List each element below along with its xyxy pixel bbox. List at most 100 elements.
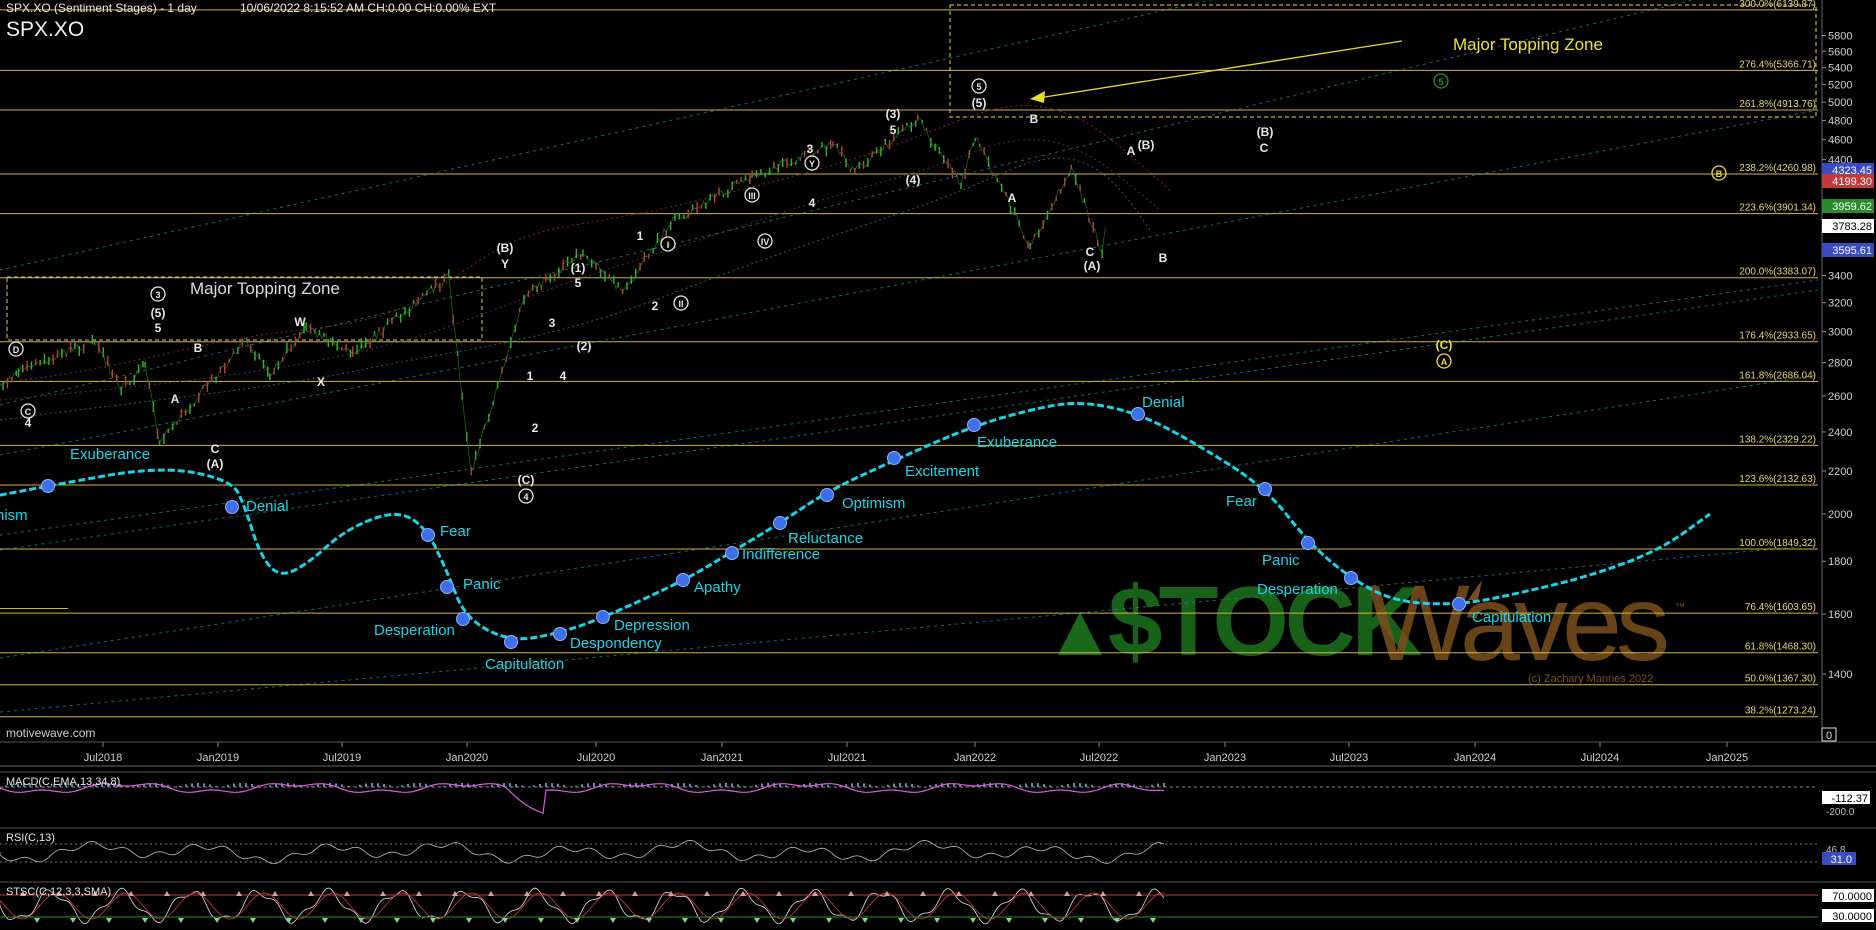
wave-label: 5 [1438,77,1443,87]
x-tick-label: Jan2020 [446,752,488,764]
sentiment-dot [440,580,454,594]
wave-label: 4 [523,492,528,502]
sentiment-dot [553,627,567,641]
wave-label: 3 [155,290,160,300]
x-tick-label: Jul2022 [1080,752,1119,764]
sentiment-label: Apathy [694,579,741,596]
wave-label: C [1260,141,1269,155]
wave-label: 3 [549,316,556,330]
wave-label: B [1159,251,1168,265]
wave-label: (A) [1084,259,1101,273]
fib-label: 123.6%(2132.63) [1739,474,1816,485]
wave-label: 5 [155,321,162,335]
chart-study-title: SPX.XO (Sentiment Stages) - 1 day [6,1,197,15]
x-tick-label: Jan2019 [197,752,239,764]
sentiment-dot [967,418,981,432]
stoch-lower-label: 30.0000 [1832,911,1872,923]
watermark-tm: ™ [1675,602,1685,613]
x-tick-label: Jul2020 [577,752,616,764]
wave-label: 5 [575,276,582,290]
fib-label: 161.8%(2686.04) [1739,370,1816,381]
y-tick-label: 2000 [1828,509,1852,521]
sentiment-dot [421,528,435,542]
x-tick-label: Jul2021 [828,752,867,764]
y-tick-label: 1800 [1828,556,1852,568]
wave-label: 2 [652,299,659,313]
wave-label: (B) [497,241,514,255]
wave-label: (5) [972,96,987,110]
wave-label: 1 [527,369,534,383]
wave-label: (2) [577,339,592,353]
y-tick-label: 2600 [1828,391,1852,403]
wave-label: 4 [560,369,567,383]
wave-label: (B) [1138,138,1155,152]
sentiment-label: Exuberance [977,434,1057,451]
wave-label: IV [761,237,770,247]
y-tick-label: 4800 [1828,116,1852,128]
x-tick-label: Jul2018 [84,752,123,764]
sentiment-dot [1258,482,1272,496]
sentiment-dot [596,610,610,624]
y-tick-label: 5200 [1828,80,1852,92]
chart-canvas: $TOCKWaves ™(c) Zachary Mannes 2022300.0%… [0,0,1876,930]
x-tick-label: Jul2023 [1330,752,1369,764]
stoch-title: STSC(C,12,3,3,SMA) [6,886,112,898]
wave-label: X [317,375,325,389]
wave-label: A [1127,144,1136,158]
sentiment-dot [725,546,739,560]
x-tick-label: Jan2023 [1204,752,1246,764]
x-tick-label: Jul2024 [1581,752,1620,764]
sentiment-dot [504,635,518,649]
wave-label: B [194,341,203,355]
wave-label: 5 [890,123,897,137]
wave-label: 4 [25,416,32,430]
sentiment-label: Capitulation [485,656,564,673]
wave-label: 2 [532,421,539,435]
sentiment-label: Despondency [570,635,662,652]
sentiment-dot [676,573,690,587]
wave-label: Y [501,257,509,271]
topping-zone-label: Major Topping Zone [1453,35,1603,54]
sentiment-dot [820,488,834,502]
x-tick-label: Jan2024 [1454,752,1496,764]
price-tag-label: 3783.28 [1832,221,1872,233]
wave-label: D [13,345,20,355]
fib-label: 223.6%(3901.34) [1739,203,1816,214]
fib-label: 76.4%(1603.65) [1745,602,1816,613]
price-tag-label: 3959.62 [1832,201,1872,213]
rsi-value-label: 31.0 [1831,854,1852,866]
y-zero-label: 0 [1826,730,1832,742]
y-tick-label: 5000 [1828,97,1852,109]
stoch-upper-label: 70.0000 [1832,891,1872,903]
wave-label: 1 [637,229,644,243]
topping-zone-label: Major Topping Zone [190,279,340,298]
sentiment-dot [41,479,55,493]
fib-label: 238.2%(4260.98) [1739,163,1816,174]
wave-label: C [1086,245,1095,259]
sentiment-label: Desperation [374,622,455,639]
y-tick-label: 1600 [1828,609,1852,621]
y-tick-label: 2800 [1828,358,1852,370]
wave-label: A [1008,191,1017,205]
sentiment-label: Panic [1262,552,1300,569]
sentiment-label: Desperation [1257,581,1338,598]
chart-meta-info: 10/06/2022 8:15:52 AM CH:0.00 CH:0.00% E… [240,1,497,15]
fib-label: 61.8%(1468.30) [1745,642,1816,653]
sentiment-label: Excitement [905,463,980,480]
x-tick-label: Jul2019 [323,752,362,764]
macd-value-label: -112.37 [1832,793,1869,805]
wave-label: II [678,299,683,309]
wave-label: B [1716,169,1723,179]
wave-label: 5 [976,82,981,92]
wave-label: (4) [906,173,921,187]
sentiment-label: Panic [463,576,501,593]
rsi-title: RSI(C,13) [6,832,55,844]
watermark-copyright: (c) Zachary Mannes 2022 [1528,673,1653,685]
wave-label: (B) [1257,125,1274,139]
fib-label: 138.2%(2329.22) [1739,434,1816,445]
macd-title: MACD(C,EMA,13,34,8) [6,776,121,788]
wave-label: 4 [809,196,816,210]
sentiment-dot [1301,536,1315,550]
fib-label: 200.0%(3383.07) [1739,267,1816,278]
fib-label: 38.2%(1273.24) [1745,706,1816,717]
